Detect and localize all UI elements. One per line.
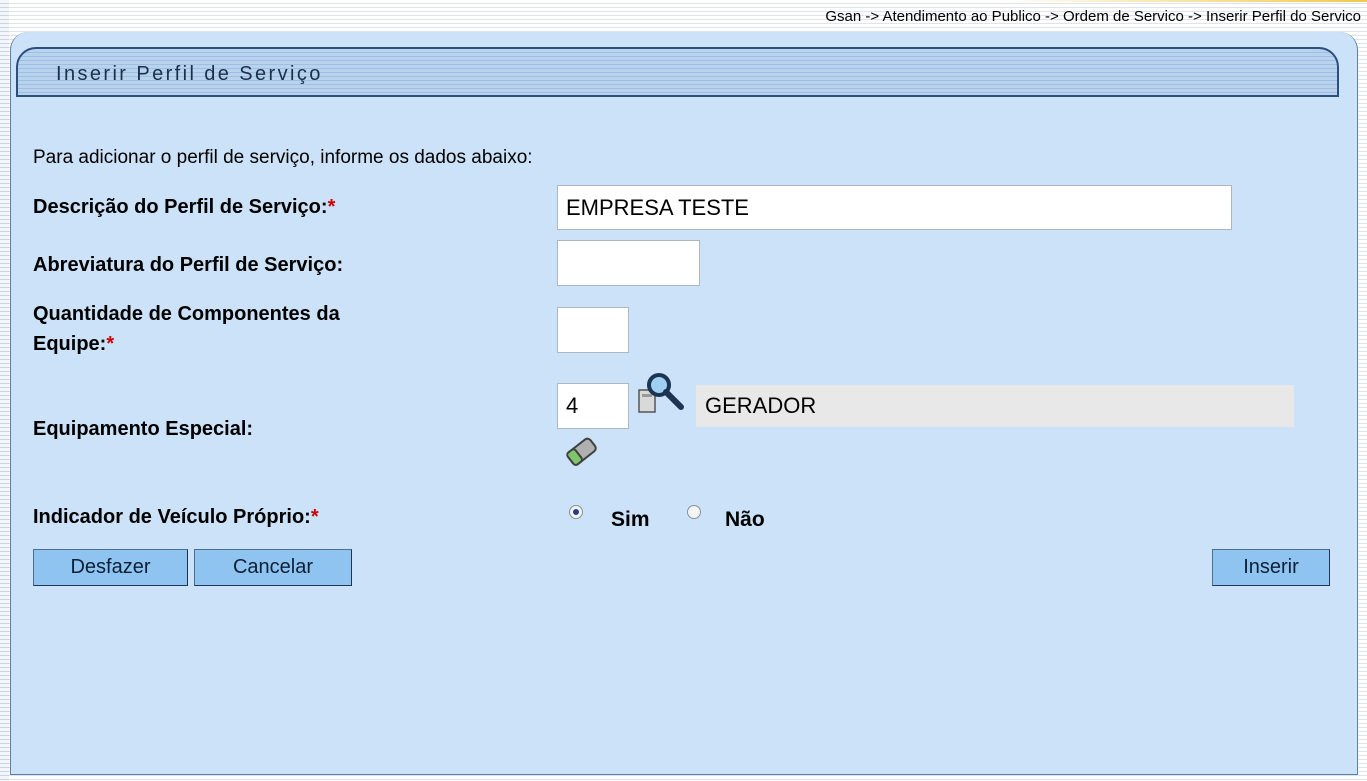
descricao-input[interactable] (557, 185, 1232, 230)
title-bar: Inserir Perfil de Serviço (16, 47, 1339, 97)
quantidade-label: Quantidade de Componentes da Equipe:* (33, 299, 340, 359)
quantidade-label-line2: Equipe: (33, 333, 107, 355)
veiculo-sim-label: Sim (611, 508, 650, 531)
left-frame-strip (0, 0, 9, 781)
veiculo-label-text: Indicador de Veículo Próprio: (33, 506, 311, 528)
equipamento-label: Equipamento Especial: (33, 418, 254, 440)
equipamento-name-field (696, 385, 1294, 427)
descricao-label-text: Descrição do Perfil de Serviço: (33, 196, 328, 218)
header-accent-line (1000, 0, 1367, 2)
instruction-text: Para adicionar o perfil de serviço, info… (33, 147, 533, 168)
quantidade-input[interactable] (557, 307, 629, 353)
eraser-icon[interactable] (562, 432, 602, 472)
magnifier-search-icon[interactable] (635, 370, 691, 418)
page-title: Inserir Perfil de Serviço (56, 63, 323, 85)
required-mark: * (327, 196, 336, 218)
descricao-label: Descrição do Perfil de Serviço:* (33, 196, 335, 219)
inserir-button[interactable]: Inserir (1212, 549, 1330, 586)
quantidade-label-line1: Quantidade de Componentes da (33, 303, 340, 325)
veiculo-nao-radio[interactable] (687, 505, 701, 519)
cancelar-button[interactable]: Cancelar (194, 549, 352, 586)
abreviatura-label: Abreviatura do Perfil de Serviço: (33, 254, 344, 276)
veiculo-nao-label: Não (725, 508, 765, 531)
abreviatura-input[interactable] (557, 240, 700, 286)
required-mark: * (310, 506, 319, 528)
veiculo-sim-radio[interactable] (569, 505, 583, 519)
veiculo-label: Indicador de Veículo Próprio:* (33, 506, 319, 529)
equipamento-code-input[interactable] (557, 383, 629, 429)
desfazer-button[interactable]: Desfazer (33, 549, 188, 586)
required-mark: * (106, 333, 115, 355)
breadcrumb: Gsan -> Atendimento ao Publico -> Ordem … (825, 8, 1361, 25)
